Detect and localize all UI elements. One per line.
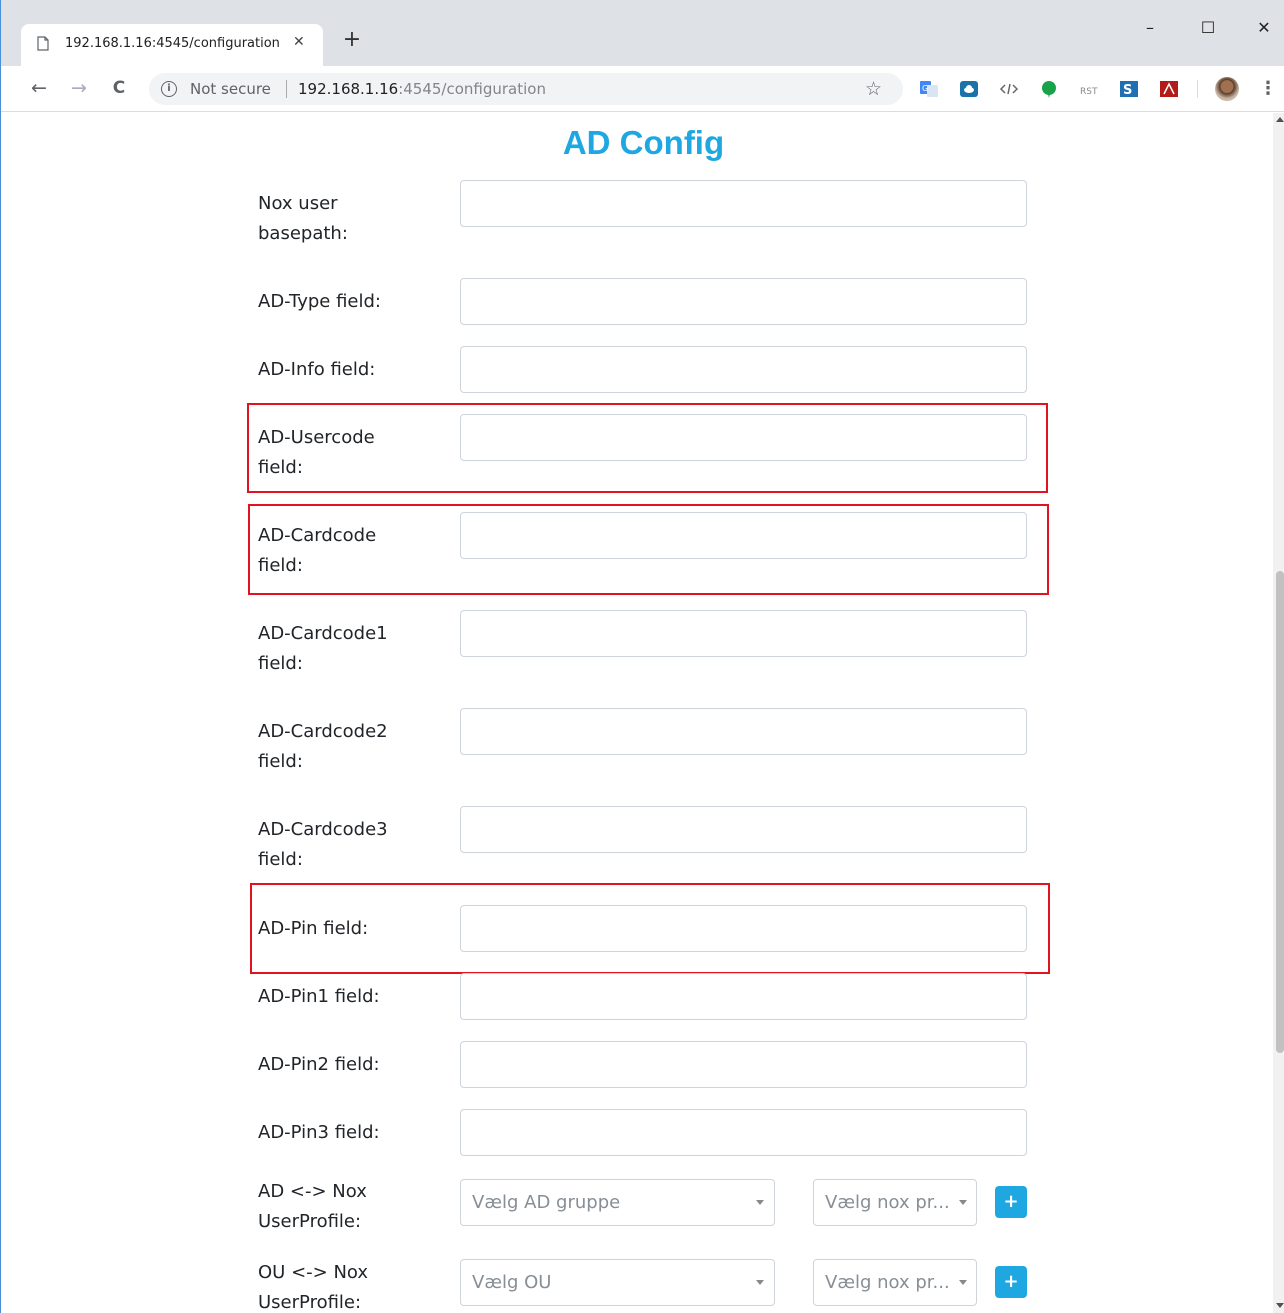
title-bar: 192.168.1.16:4545/configuration ✕ + – ☐ … (1, 0, 1284, 66)
page-icon (37, 36, 49, 51)
select-ou-text: Vælg OU (472, 1272, 552, 1293)
toolbar-divider (1197, 80, 1198, 98)
minimize-button[interactable]: – (1135, 18, 1165, 42)
label-ad-cardcode1: AD-Cardcode1 field: (258, 623, 388, 674)
chevron-down-icon (959, 1200, 967, 1205)
google-translate-icon[interactable]: G (919, 79, 939, 99)
omnibox-divider (286, 80, 287, 98)
chevron-down-icon (959, 1280, 967, 1285)
ad-cardcode-input[interactable] (460, 512, 1027, 559)
url-host: 192.168.1.16 (298, 80, 399, 98)
security-label: Not secure (190, 80, 271, 98)
rst-icon[interactable]: RST (1079, 79, 1099, 99)
page-viewport: AD Config Nox user basepath: AD-Type fie… (2, 113, 1284, 1313)
select-nox-profile-ou-text: Vælg nox pr... (825, 1272, 950, 1293)
forward-button[interactable]: → (67, 77, 91, 101)
info-icon[interactable]: i (161, 81, 177, 97)
scroll-down-arrow-icon[interactable] (1276, 1303, 1284, 1308)
label-ad-pin2: AD-Pin2 field: (258, 1054, 380, 1075)
browser-toolbar: ← → C i Not secure 192.168.1.16:4545/con… (1, 66, 1284, 112)
vertical-scrollbar[interactable] (1273, 113, 1284, 1313)
profile-avatar[interactable] (1215, 77, 1239, 101)
select-ad-group-text: Vælg AD gruppe (472, 1192, 621, 1213)
ad-cardcode3-input[interactable] (460, 806, 1027, 853)
label-ad-pin1: AD-Pin1 field: (258, 986, 380, 1007)
address-bar[interactable]: i Not secure 192.168.1.16:4545/configura… (149, 73, 903, 105)
new-tab-button[interactable]: + (341, 29, 363, 52)
url-text[interactable]: 192.168.1.16:4545/configuration (298, 80, 546, 98)
ad-cardcode2-input[interactable] (460, 708, 1027, 755)
bookmark-star-icon[interactable]: ☆ (865, 78, 882, 100)
url-path: :4545/configuration (398, 80, 546, 98)
select-nox-profile-text: Vælg nox pr... (825, 1192, 950, 1213)
label-ou-nox-userprofile: OU <-> Nox UserProfile: (258, 1262, 369, 1313)
s-icon[interactable]: S (1119, 79, 1139, 99)
ad-pin-input[interactable] (460, 905, 1027, 952)
evernote-icon[interactable] (1039, 79, 1059, 99)
label-ad-cardcode3: AD-Cardcode3 field: (258, 819, 388, 870)
svg-text:RST: RST (1080, 87, 1098, 97)
chevron-down-icon (756, 1280, 764, 1285)
label-ad-type: AD-Type field: (258, 291, 381, 312)
menu-icon[interactable]: ⋮ (1259, 78, 1277, 99)
ad-info-input[interactable] (460, 346, 1027, 393)
ad-pin2-input[interactable] (460, 1041, 1027, 1088)
tab-configuration[interactable]: 192.168.1.16:4545/configuration ✕ (21, 24, 323, 66)
label-ad-cardcode: AD-Cardcode field: (258, 525, 377, 576)
cloud-icon[interactable] (959, 79, 979, 99)
label-ad-nox-userprofile: AD <-> Nox UserProfile: (258, 1181, 367, 1232)
label-ad-usercode: AD-Usercode field: (258, 427, 375, 478)
ad-pin1-input[interactable] (460, 973, 1027, 1020)
select-ou[interactable]: Vælg OU (460, 1259, 775, 1306)
scroll-up-arrow-icon[interactable] (1276, 117, 1284, 122)
select-nox-profile[interactable]: Vælg nox pr... (813, 1179, 977, 1226)
svg-text:G: G (922, 84, 928, 93)
nox-user-basepath-input[interactable] (460, 180, 1027, 227)
chevron-down-icon (756, 1200, 764, 1205)
page-title: AD Config (562, 124, 725, 161)
back-button[interactable]: ← (27, 77, 51, 101)
select-ad-group[interactable]: Vælg AD gruppe (460, 1179, 775, 1226)
label-ad-info: AD-Info field: (258, 359, 376, 380)
close-window-button[interactable]: ✕ (1249, 18, 1279, 42)
maximize-button[interactable]: ☐ (1193, 18, 1223, 42)
ad-pin3-input[interactable] (460, 1109, 1027, 1156)
add-ou-mapping-button[interactable]: + (995, 1266, 1027, 1298)
label-ad-pin: AD-Pin field: (258, 918, 369, 939)
select-nox-profile-ou[interactable]: Vælg nox pr... (813, 1259, 977, 1306)
ad-type-input[interactable] (460, 278, 1027, 325)
tab-title: 192.168.1.16:4545/configuration (65, 36, 280, 51)
browser-window: 192.168.1.16:4545/configuration ✕ + – ☐ … (0, 0, 1284, 1313)
scroll-thumb[interactable] (1276, 571, 1284, 1053)
pdf-icon[interactable] (1159, 79, 1179, 99)
close-tab-icon[interactable]: ✕ (293, 34, 305, 50)
add-ad-mapping-button[interactable]: + (995, 1186, 1027, 1218)
reload-button[interactable]: C (107, 77, 131, 101)
svg-text:S: S (1123, 83, 1132, 98)
label-ad-cardcode2: AD-Cardcode2 field: (258, 721, 388, 772)
ad-cardcode1-input[interactable] (460, 610, 1027, 657)
label-ad-pin3: AD-Pin3 field: (258, 1122, 380, 1143)
code-icon[interactable] (999, 79, 1019, 99)
label-nox-user-basepath: Nox user basepath: (258, 193, 348, 244)
ad-usercode-input[interactable] (460, 414, 1027, 461)
